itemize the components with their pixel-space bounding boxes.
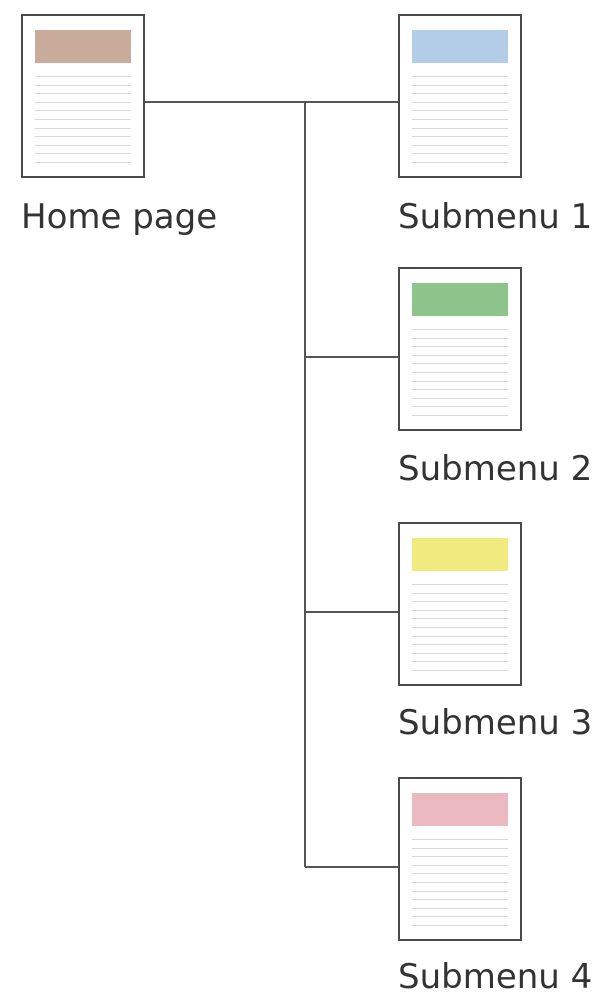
text-line bbox=[412, 144, 508, 146]
text-line bbox=[35, 153, 131, 155]
text-line bbox=[412, 76, 508, 77]
text-line bbox=[412, 592, 508, 594]
header-bar bbox=[35, 30, 131, 63]
submenu-1-thumbnail bbox=[398, 14, 522, 178]
text-line bbox=[412, 635, 508, 637]
text-line bbox=[412, 907, 508, 909]
text-line bbox=[35, 136, 131, 138]
header-bar bbox=[412, 538, 508, 571]
text-line bbox=[412, 584, 508, 585]
text-line bbox=[412, 882, 508, 883]
text-line bbox=[412, 415, 508, 416]
header-bar bbox=[412, 283, 508, 316]
text-line bbox=[412, 644, 508, 646]
text-line bbox=[412, 127, 508, 129]
submenu-4-thumbnail bbox=[398, 777, 522, 941]
text-line bbox=[412, 372, 508, 373]
submenu-2-label: Submenu 2 bbox=[398, 449, 593, 489]
text-line bbox=[412, 84, 508, 86]
text-line bbox=[412, 847, 508, 849]
text-line bbox=[412, 856, 508, 858]
text-line bbox=[412, 363, 508, 365]
text-line bbox=[35, 93, 131, 95]
text-line bbox=[412, 925, 508, 926]
text-line bbox=[412, 329, 508, 330]
text-line bbox=[412, 873, 508, 875]
text-line bbox=[412, 153, 508, 155]
text-line bbox=[412, 899, 508, 901]
text-line bbox=[35, 84, 131, 86]
text-line bbox=[35, 144, 131, 146]
home-page-thumbnail bbox=[21, 14, 145, 178]
text-line bbox=[35, 162, 131, 163]
text-line bbox=[412, 136, 508, 138]
text-line bbox=[35, 101, 131, 103]
text-line bbox=[412, 627, 508, 628]
text-line bbox=[412, 337, 508, 339]
text-line bbox=[35, 119, 131, 120]
text-line bbox=[412, 839, 508, 840]
text-line bbox=[412, 406, 508, 408]
submenu-3-thumbnail bbox=[398, 522, 522, 686]
text-line bbox=[412, 397, 508, 399]
text-line bbox=[412, 119, 508, 120]
home-page-label: Home page bbox=[21, 197, 218, 237]
text-line bbox=[412, 601, 508, 603]
submenu-1-label: Submenu 1 bbox=[398, 197, 593, 237]
text-line bbox=[412, 354, 508, 356]
header-bar bbox=[412, 793, 508, 826]
header-bar bbox=[412, 30, 508, 63]
text-line bbox=[412, 110, 508, 112]
text-line bbox=[35, 110, 131, 112]
text-line bbox=[412, 652, 508, 654]
text-line bbox=[412, 162, 508, 163]
text-line bbox=[412, 916, 508, 918]
text-line bbox=[412, 389, 508, 391]
text-line bbox=[412, 618, 508, 620]
text-line bbox=[412, 380, 508, 382]
text-line bbox=[412, 609, 508, 611]
submenu-3-label: Submenu 3 bbox=[398, 703, 593, 743]
text-line bbox=[35, 127, 131, 129]
text-line bbox=[412, 93, 508, 95]
text-line bbox=[412, 346, 508, 348]
text-line bbox=[412, 661, 508, 663]
text-line bbox=[412, 890, 508, 892]
submenu-4-label: Submenu 4 bbox=[398, 957, 593, 997]
text-line bbox=[412, 864, 508, 866]
text-line bbox=[35, 76, 131, 77]
text-line bbox=[412, 670, 508, 671]
submenu-2-thumbnail bbox=[398, 267, 522, 431]
text-line bbox=[412, 101, 508, 103]
